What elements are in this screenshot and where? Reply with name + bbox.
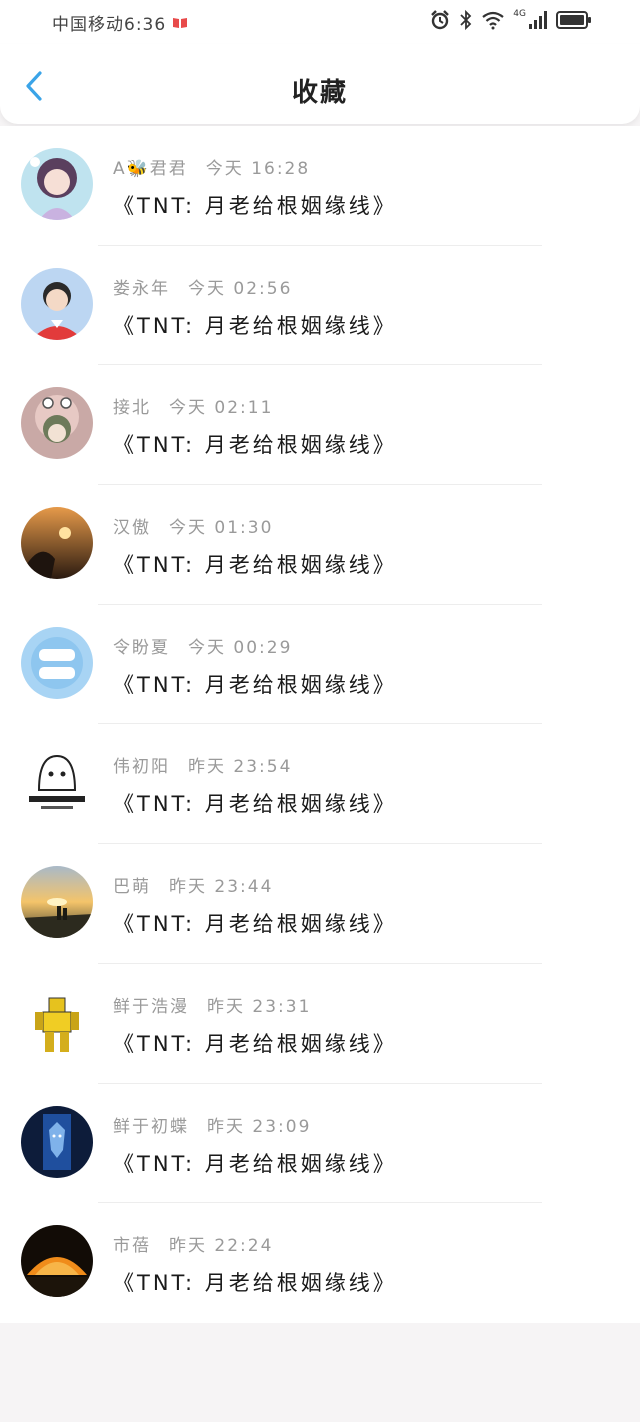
list-item[interactable]: 接北 今天 02:11 《TNT: 月老给根姻缘线》 [0,365,640,486]
list-item[interactable]: 鲜于初蝶 昨天 23:09 《TNT: 月老给根姻缘线》 [0,1084,640,1204]
item-title[interactable]: 《TNT: 月老给根姻缘线》 [113,1028,397,1058]
item-meta: 伟初阳 昨天 23:54 [113,752,292,777]
avatar[interactable] [21,387,93,460]
item-meta: 巴萌 昨天 23:44 [113,872,273,897]
username[interactable]: 鲜于初蝶 [113,1117,189,1137]
battery-icon [556,11,591,29]
avatar[interactable] [21,267,93,340]
avatar[interactable] [21,626,93,699]
carrier-time: 中国移动6:36 [52,10,188,35]
timestamp: 今天 01:30 [169,518,274,539]
item-meta: A🐝君君 今天 16:28 [113,154,310,179]
item-title[interactable]: 《TNT: 月老给根姻缘线》 [113,190,397,220]
list-item[interactable]: 鲜于浩漫 昨天 23:31 《TNT: 月老给根姻缘线》 [0,964,640,1084]
carrier-time-text: 中国移动6:36 [52,15,167,35]
item-meta: 接北 今天 02:11 [113,393,273,418]
header: 收藏 [0,44,640,124]
list-item[interactable]: 娄永年 今天 02:56 《TNT: 月老给根姻缘线》 [0,246,640,366]
username[interactable]: 市蓓 [113,1236,151,1256]
avatar[interactable] [21,985,93,1058]
avatar[interactable] [21,507,93,580]
timestamp: 今天 00:29 [188,637,293,658]
list-item[interactable]: 伟初阳 昨天 23:54 《TNT: 月老给根姻缘线》 [0,724,640,845]
item-title[interactable]: 《TNT: 月老给根姻缘线》 [113,549,397,579]
username[interactable]: A🐝君君 [113,159,188,179]
wifi-icon [482,11,504,30]
timestamp: 昨天 23:44 [169,877,274,898]
timestamp: 今天 02:56 [188,278,293,299]
item-title[interactable]: 《TNT: 月老给根姻缘线》 [113,788,397,818]
status-bar: 中国移动6:36 4G [0,0,640,44]
list-item[interactable]: 巴萌 昨天 23:44 《TNT: 月老给根姻缘线》 [0,844,640,964]
item-meta: 市蓓 昨天 22:24 [113,1231,273,1256]
item-title[interactable]: 《TNT: 月老给根姻缘线》 [113,1148,397,1178]
list-item[interactable]: 令盼夏 今天 00:29 《TNT: 月老给根姻缘线》 [0,605,640,725]
timestamp: 昨天 23:09 [207,1116,312,1137]
alarm-icon [431,10,450,30]
item-meta: 鲜于浩漫 昨天 23:31 [113,992,311,1017]
timestamp: 昨天 22:24 [169,1236,274,1257]
avatar[interactable] [21,746,93,819]
timestamp: 今天 16:28 [205,159,311,179]
item-title[interactable]: 《TNT: 月老给根姻缘线》 [113,908,397,938]
item-title[interactable]: 《TNT: 月老给根姻缘线》 [113,429,397,459]
list-item[interactable]: 市蓓 昨天 22:24 《TNT: 月老给根姻缘线》 [0,1203,640,1323]
username[interactable]: 汉傲 [113,518,151,538]
timestamp: 昨天 23:31 [207,996,312,1017]
favorites-list: A🐝君君 今天 16:28 《TNT: 月老给根姻缘线》 娄永年 今天 02:56 … [0,126,640,1323]
timestamp: 昨天 23:54 [188,757,293,778]
item-title[interactable]: 《TNT: 月老给根姻缘线》 [113,1267,397,1297]
item-meta: 鲜于初蝶 昨天 23:09 [113,1112,311,1137]
avatar[interactable] [21,1105,93,1178]
network-label: 4G [513,9,526,19]
bluetooth-icon [460,9,472,31]
username[interactable]: 接北 [113,398,151,418]
username[interactable]: 娄永年 [113,279,170,299]
username[interactable]: 鲜于浩漫 [113,997,189,1017]
avatar[interactable] [21,148,93,220]
avatar[interactable] [21,1225,93,1298]
item-meta: 娄永年 今天 02:56 [113,274,292,299]
item-meta: 汉傲 今天 01:30 [113,513,273,538]
list-item[interactable]: 汉傲 今天 01:30 《TNT: 月老给根姻缘线》 [0,485,640,605]
book-icon [173,17,188,28]
item-title[interactable]: 《TNT: 月老给根姻缘线》 [113,310,397,340]
item-title[interactable]: 《TNT: 月老给根姻缘线》 [113,669,397,699]
timestamp: 今天 02:11 [169,398,274,419]
page-title: 收藏 [291,78,348,108]
signal-icon [529,11,547,29]
item-meta: 令盼夏 今天 00:29 [113,633,292,658]
username[interactable]: 巴萌 [113,877,151,897]
avatar[interactable] [21,866,93,939]
list-item[interactable]: A🐝君君 今天 16:28 《TNT: 月老给根姻缘线》 [0,126,640,246]
username[interactable]: 令盼夏 [113,638,170,658]
status-icons: 4G [429,9,592,31]
username[interactable]: 伟初阳 [113,757,170,777]
